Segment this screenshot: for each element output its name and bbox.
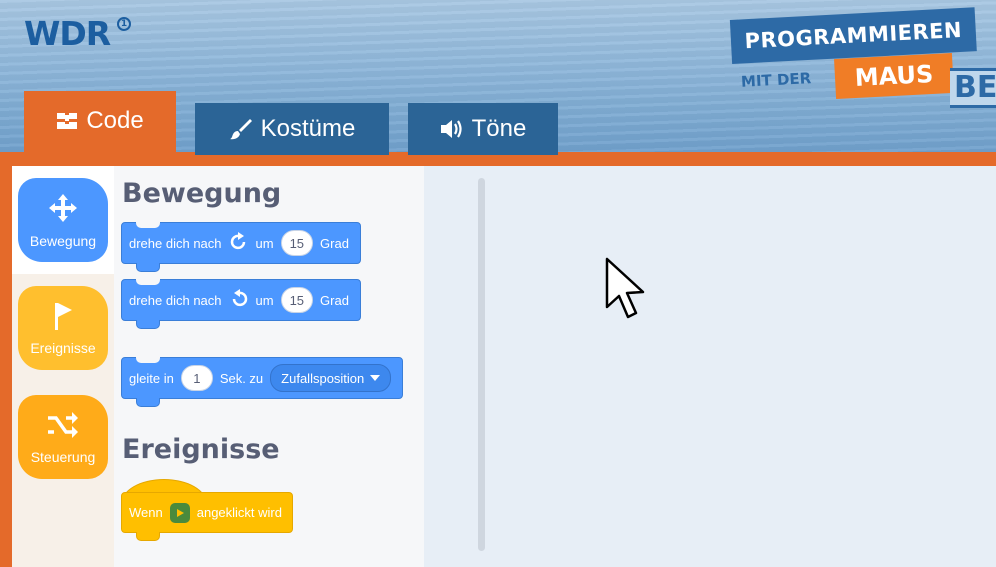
block-turn-right[interactable]: drehe dich nach um 15 Grad <box>121 222 361 272</box>
tab-label: Kostüme <box>260 115 356 142</box>
category-steuerung[interactable]: Steuerung <box>18 395 108 479</box>
block-notch <box>136 279 160 285</box>
block-notch <box>136 398 160 407</box>
rotate-right-icon <box>229 231 249 255</box>
green-flag-icon <box>169 502 190 523</box>
rotate-left-icon <box>229 288 249 312</box>
category-label: Steuerung <box>30 448 96 465</box>
palette-scrollbar[interactable] <box>478 178 485 551</box>
wdr-logo-mark: 1 <box>117 17 131 31</box>
brand-maus: MAUS <box>834 52 954 100</box>
block-notch <box>136 357 160 363</box>
shuffle-icon <box>46 410 80 443</box>
tab-tone[interactable]: Töne <box>408 103 558 155</box>
tab-label: Töne <box>471 115 527 142</box>
mouse-pointer-icon <box>603 257 651 325</box>
target-dropdown[interactable]: Zufallsposition <box>270 364 392 392</box>
move-arrows-icon <box>47 192 79 227</box>
block-text: Grad <box>320 235 349 251</box>
block-text: angeklickt wird <box>196 505 282 520</box>
flag-icon <box>51 301 75 334</box>
wdr-logo[interactable]: WDR <box>24 14 111 53</box>
brush-icon <box>229 117 253 141</box>
chevron-down-icon <box>370 375 381 381</box>
tab-kostume[interactable]: Kostüme <box>195 103 389 155</box>
block-glide[interactable]: gleite in 1 Sek. zu Zufallsposition <box>121 357 403 407</box>
block-text: Grad <box>320 292 349 308</box>
block-text: um <box>255 292 274 308</box>
brand-subtitle: MIT DER <box>740 69 812 91</box>
brand-partial-word: BE <box>950 68 996 108</box>
category-ereignisse[interactable]: Ereignisse <box>18 286 108 370</box>
block-notch <box>136 320 160 329</box>
block-text: Wenn <box>129 505 163 520</box>
dropdown-value: Zufallsposition <box>281 370 365 386</box>
tab-code[interactable]: Code <box>24 91 176 155</box>
speaker-icon <box>440 118 464 140</box>
category-label: Bewegung <box>29 232 97 249</box>
block-turn-left[interactable]: drehe dich nach um 15 Grad <box>121 279 361 329</box>
block-notch <box>136 263 160 272</box>
degrees-input[interactable]: 15 <box>280 230 314 256</box>
tab-label: Code <box>86 107 144 134</box>
block-text: gleite in <box>129 370 174 386</box>
block-text: drehe dich nach <box>129 235 222 251</box>
section-title-bewegung: Bewegung <box>122 178 282 209</box>
block-notch <box>136 532 160 541</box>
block-notch <box>136 222 160 228</box>
code-blocks-icon <box>56 112 78 130</box>
block-when-flag-clicked[interactable]: Wenn angeklickt wird <box>121 492 293 541</box>
block-text: drehe dich nach <box>129 292 222 308</box>
degrees-input[interactable]: 15 <box>280 287 314 313</box>
block-text: um <box>255 235 274 251</box>
category-label: Ereignisse <box>30 339 96 356</box>
category-bewegung[interactable]: Bewegung <box>18 178 108 262</box>
block-text: Sek. zu <box>219 370 264 386</box>
section-title-ereignisse: Ereignisse <box>122 434 280 465</box>
seconds-input[interactable]: 1 <box>180 365 213 391</box>
